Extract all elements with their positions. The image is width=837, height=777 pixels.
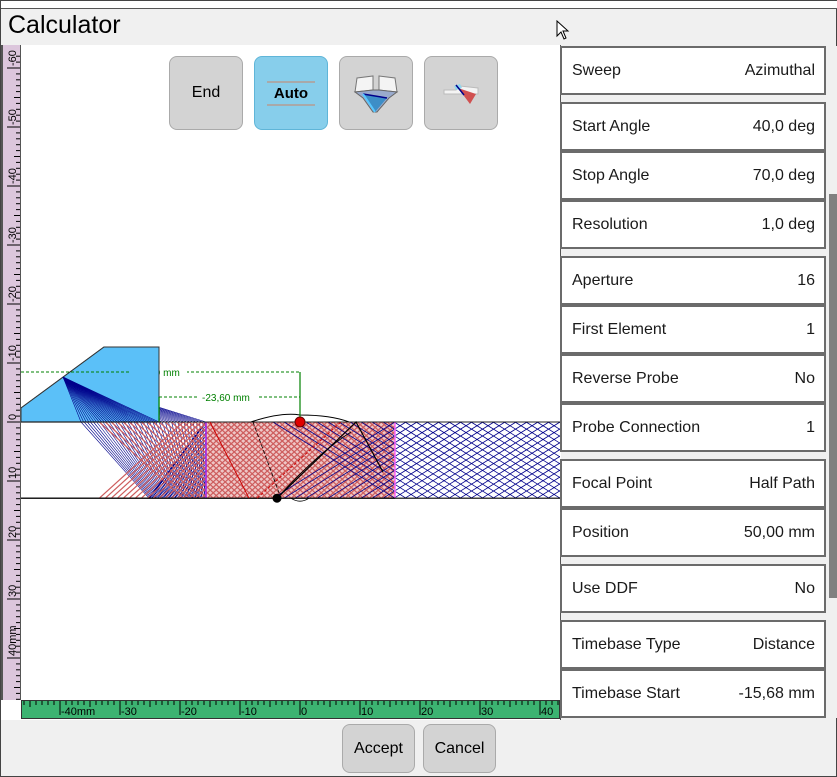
- property-label: Position: [572, 523, 629, 541]
- property-row-resolution[interactable]: Resolution 1,0 deg: [560, 200, 826, 249]
- property-row-position[interactable]: Position 50,00 mm: [560, 508, 826, 557]
- beam-simulation-canvas: -47,10 mm-23,60 mm: [20, 346, 561, 503]
- auto-button[interactable]: Auto: [254, 56, 328, 130]
- property-value: 70,0 deg: [752, 166, 815, 184]
- v-ruler-label: 20: [7, 526, 19, 538]
- beam-fan-icon: [443, 84, 479, 104]
- property-value: 1,0 deg: [761, 215, 815, 233]
- horizontal-ruler-scale: -40mm -30 -20 -10 0 10 20 30 40: [23, 701, 559, 718]
- auto-button-label: Auto: [273, 84, 309, 102]
- property-value: -15,68 mm: [738, 684, 815, 702]
- refracted-ray: [105, 421, 161, 499]
- part-beam-fan-first-leg: [80, 421, 207, 499]
- horizontal-ruler[interactable]: -40mm -30 -20 -10 0 10 20 30 40: [21, 700, 560, 719]
- wedge-view-button[interactable]: [339, 56, 413, 130]
- h-ruler-label: -10: [241, 706, 257, 718]
- property-value: 1: [806, 418, 815, 436]
- property-value: 16: [797, 271, 815, 289]
- v-ruler-label: -30: [7, 227, 19, 243]
- beam-bounce-marker: [272, 493, 282, 503]
- vertical-ruler-scale: -60 -50 -40 -30 -20 -10 0 10 20 30 40mm: [7, 50, 20, 700]
- v-ruler-label: 30: [7, 585, 19, 597]
- wedge-book-icon: [353, 75, 399, 113]
- h-ruler-label: -30: [121, 706, 137, 718]
- property-label: Resolution: [572, 215, 648, 233]
- property-value: Azimuthal: [744, 61, 815, 79]
- v-ruler-label: 40mm: [7, 625, 19, 656]
- properties-panel: Sweep Azimuthal Start Angle 40,0 deg Stop An…: [560, 46, 826, 718]
- vertical-ruler[interactable]: -60 -50 -40 -30 -20 -10 0 10 20 30 40mm: [1, 45, 21, 700]
- h-ruler-label: 10: [361, 706, 373, 718]
- v-ruler-label: -10: [7, 345, 19, 361]
- property-row-use-ddf[interactable]: Use DDF No: [560, 564, 826, 613]
- property-row-reverse-probe[interactable]: Reverse Probe No: [560, 354, 826, 403]
- property-row-timebase-start[interactable]: Timebase Start -15,68 mm: [560, 669, 826, 718]
- property-value: No: [794, 579, 815, 597]
- focal-point-marker: [294, 416, 306, 428]
- property-label: Probe Connection: [572, 418, 701, 436]
- property-value: 40,0 deg: [752, 117, 815, 135]
- property-label: Timebase Start: [572, 684, 680, 702]
- property-value: Half Path: [749, 474, 815, 492]
- refracted-ray: [90, 421, 154, 499]
- property-value: 1: [806, 320, 815, 338]
- v-ruler-label: -40: [7, 168, 19, 184]
- auto-line-bottom: [267, 103, 315, 106]
- refracted-ray: [80, 421, 150, 499]
- property-label: Focal Point: [572, 474, 653, 492]
- h-ruler-label: 20: [421, 706, 433, 718]
- property-row-aperture[interactable]: Aperture 16: [560, 256, 826, 305]
- h-ruler-label: -40mm: [61, 706, 95, 718]
- accept-button[interactable]: Accept: [342, 724, 415, 773]
- property-row-sweep[interactable]: Sweep Azimuthal: [560, 46, 826, 95]
- property-label: Sweep: [572, 61, 621, 79]
- property-row-stop-angle[interactable]: Stop Angle 70,0 deg: [560, 151, 826, 200]
- h-ruler-label: 0: [301, 706, 307, 718]
- dimension-label-2: -23,60 mm: [202, 393, 250, 404]
- property-label: Stop Angle: [572, 166, 650, 184]
- end-button[interactable]: End: [169, 56, 243, 130]
- end-button-label: End: [191, 84, 221, 101]
- properties-scrollbar-thumb[interactable]: [829, 194, 837, 598]
- v-ruler-label: -20: [7, 286, 19, 302]
- property-label: Start Angle: [572, 117, 651, 135]
- accept-button-label: Accept: [354, 739, 403, 757]
- window-top-border: [1, 1, 837, 9]
- property-label: Timebase Type: [572, 635, 681, 653]
- h-ruler-label: 30: [481, 706, 493, 718]
- property-row-start-angle[interactable]: Start Angle 40,0 deg: [560, 102, 826, 151]
- beam-view-button[interactable]: [424, 56, 498, 130]
- v-ruler-label: -50: [7, 109, 19, 125]
- h-ruler-label: -20: [181, 706, 197, 718]
- h-ruler-label: 40: [541, 706, 553, 718]
- property-label: Aperture: [572, 271, 634, 289]
- v-ruler-label: 0: [7, 414, 19, 420]
- property-label: Use DDF: [572, 579, 638, 597]
- cancel-button-label: Cancel: [434, 739, 485, 757]
- beam-plot-area[interactable]: -47,10 mm-23,60 mm: [1, 45, 561, 720]
- property-label: First Element: [572, 320, 667, 338]
- cancel-button[interactable]: Cancel: [423, 724, 496, 773]
- property-row-first-element[interactable]: First Element 1: [560, 305, 826, 354]
- property-value: No: [794, 369, 815, 387]
- property-row-probe-connection[interactable]: Probe Connection 1: [560, 403, 826, 452]
- property-row-focal-point[interactable]: Focal Point Half Path: [560, 459, 826, 508]
- calculator-window: Calculator -47,10 mm-23,60 mm -60-50-40-…: [0, 0, 837, 777]
- property-row-timebase-type[interactable]: Timebase Type Distance: [560, 620, 826, 669]
- v-ruler-label: 10: [7, 467, 19, 479]
- mouse-cursor-icon: [556, 20, 570, 40]
- property-label: Reverse Probe: [572, 369, 679, 387]
- v-ruler-label: -60: [7, 50, 19, 66]
- property-value: 50,00 mm: [743, 523, 815, 541]
- auto-line-top: [267, 80, 315, 83]
- window-title: Calculator: [8, 11, 121, 39]
- property-value: Distance: [752, 635, 815, 653]
